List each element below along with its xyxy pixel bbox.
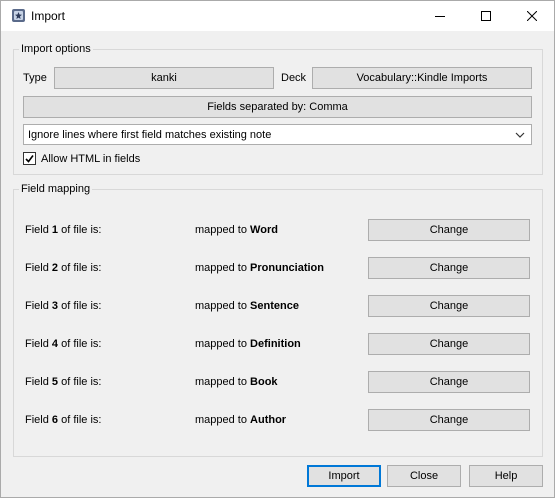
field-number: 3 bbox=[51, 300, 59, 312]
mapped-field-name: Author bbox=[250, 414, 287, 426]
minimize-icon bbox=[435, 16, 445, 17]
mapped-prefix: mapped to bbox=[195, 224, 247, 236]
mapped-field-name: Book bbox=[250, 376, 278, 388]
mapped-prefix: mapped to bbox=[195, 300, 247, 312]
field-number: 2 bbox=[51, 262, 59, 274]
close-icon bbox=[527, 11, 537, 21]
change-mapping-button[interactable]: Change bbox=[368, 219, 530, 241]
mapped-prefix: mapped to bbox=[195, 338, 247, 350]
mapped-target-label: mapped to Pronunciation bbox=[195, 262, 324, 274]
change-mapping-button[interactable]: Change bbox=[368, 333, 530, 355]
deck-label: Deck bbox=[281, 72, 307, 84]
anki-app-icon bbox=[11, 8, 26, 23]
deck-button[interactable]: Vocabulary::Kindle Imports bbox=[312, 67, 532, 89]
field-number: 6 bbox=[51, 414, 59, 426]
field-source-label: Field 4 of file is: bbox=[25, 338, 101, 350]
duplicate-mode-value: Ignore lines where first field matches e… bbox=[28, 128, 272, 141]
mapped-prefix: mapped to bbox=[195, 262, 247, 274]
minimize-button[interactable] bbox=[417, 1, 463, 31]
change-mapping-button[interactable]: Change bbox=[368, 257, 530, 279]
allow-html-checkbox[interactable] bbox=[23, 152, 36, 165]
allow-html-label: Allow HTML in fields bbox=[41, 153, 141, 165]
close-button[interactable]: Close bbox=[387, 465, 461, 487]
field-source-label: Field 5 of file is: bbox=[25, 376, 101, 388]
field-number: 5 bbox=[51, 376, 59, 388]
close-window-button[interactable] bbox=[509, 1, 555, 31]
field-source-label: Field 2 of file is: bbox=[25, 262, 101, 274]
import-options-title: Import options bbox=[19, 43, 93, 55]
field-suffix: of file is: bbox=[61, 300, 102, 312]
duplicate-mode-select[interactable]: Ignore lines where first field matches e… bbox=[23, 124, 532, 145]
field-number: 4 bbox=[51, 338, 59, 350]
field-prefix: Field bbox=[25, 262, 49, 274]
checkmark-icon bbox=[25, 155, 34, 163]
field-prefix: Field bbox=[25, 338, 49, 350]
field-prefix: Field bbox=[25, 376, 49, 388]
mapped-field-name: Sentence bbox=[250, 300, 299, 312]
help-button[interactable]: Help bbox=[469, 465, 543, 487]
mapped-field-name: Word bbox=[250, 224, 278, 236]
mapped-target-label: mapped to Sentence bbox=[195, 300, 299, 312]
chevron-down-icon bbox=[515, 130, 525, 142]
field-suffix: of file is: bbox=[61, 262, 102, 274]
field-suffix: of file is: bbox=[61, 376, 102, 388]
field-mapping-title: Field mapping bbox=[19, 183, 93, 195]
field-prefix: Field bbox=[25, 224, 49, 236]
field-suffix: of file is: bbox=[61, 414, 102, 426]
field-suffix: of file is: bbox=[61, 338, 102, 350]
mapped-target-label: mapped to Definition bbox=[195, 338, 301, 350]
mapped-field-name: Definition bbox=[250, 338, 301, 350]
import-dialog: Import Import options Type kanki Deck Vo… bbox=[0, 0, 555, 498]
field-number: 1 bbox=[51, 224, 59, 236]
field-separator-button[interactable]: Fields separated by: Comma bbox=[23, 96, 532, 118]
change-mapping-button[interactable]: Change bbox=[368, 371, 530, 393]
maximize-button[interactable] bbox=[463, 1, 509, 31]
field-source-label: Field 6 of file is: bbox=[25, 414, 101, 426]
mapped-target-label: mapped to Word bbox=[195, 224, 278, 236]
field-source-label: Field 3 of file is: bbox=[25, 300, 101, 312]
field-suffix: of file is: bbox=[61, 224, 102, 236]
mapped-target-label: mapped to Book bbox=[195, 376, 278, 388]
note-type-button[interactable]: kanki bbox=[54, 67, 274, 89]
field-prefix: Field bbox=[25, 414, 49, 426]
mapped-target-label: mapped to Author bbox=[195, 414, 286, 426]
maximize-icon bbox=[481, 11, 491, 21]
window-title: Import bbox=[31, 9, 66, 23]
field-prefix: Field bbox=[25, 300, 49, 312]
mapped-field-name: Pronunciation bbox=[250, 262, 324, 274]
change-mapping-button[interactable]: Change bbox=[368, 409, 530, 431]
mapped-prefix: mapped to bbox=[195, 376, 247, 388]
type-label: Type bbox=[23, 72, 47, 84]
title-bar: Import bbox=[1, 1, 554, 31]
change-mapping-button[interactable]: Change bbox=[368, 295, 530, 317]
import-button[interactable]: Import bbox=[307, 465, 381, 487]
field-source-label: Field 1 of file is: bbox=[25, 224, 101, 236]
mapped-prefix: mapped to bbox=[195, 414, 247, 426]
